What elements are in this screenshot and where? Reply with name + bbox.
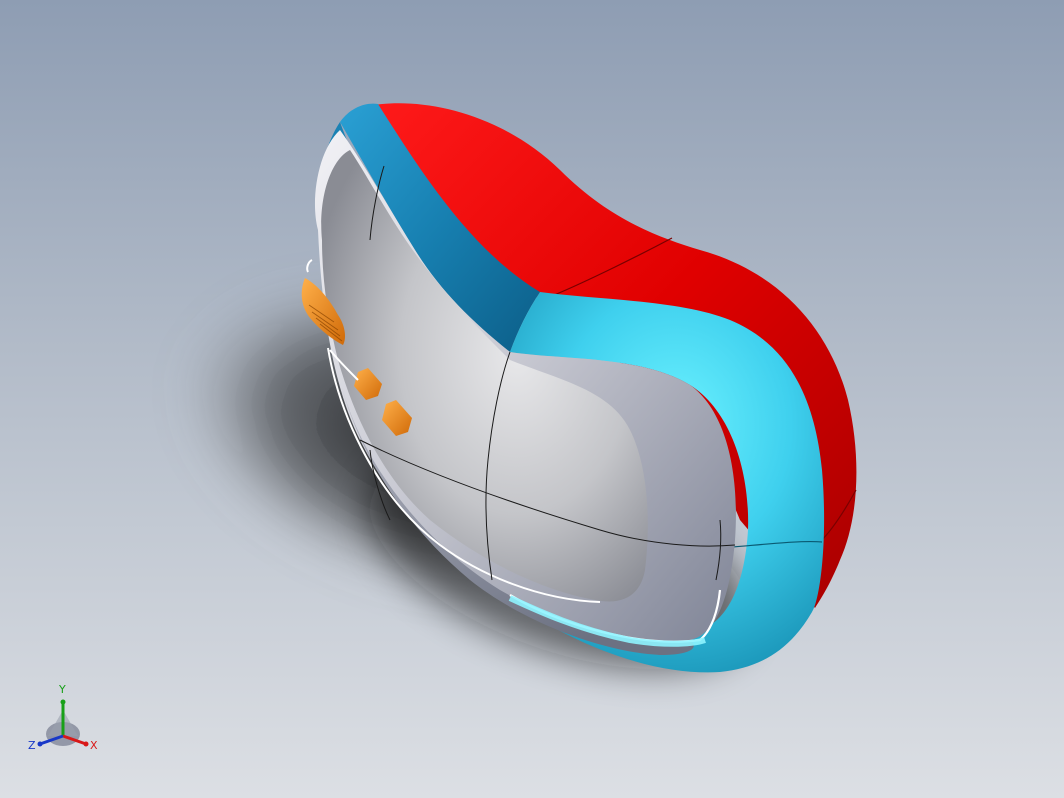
graphics-viewport[interactable]: Y X Z [0,0,1064,798]
x-axis-label: X [90,739,98,752]
z-axis-label: Z [28,739,36,752]
axis-triad[interactable]: Y X Z [24,684,104,754]
y-axis-label: Y [59,683,66,696]
3d-model-render[interactable] [0,0,1064,798]
